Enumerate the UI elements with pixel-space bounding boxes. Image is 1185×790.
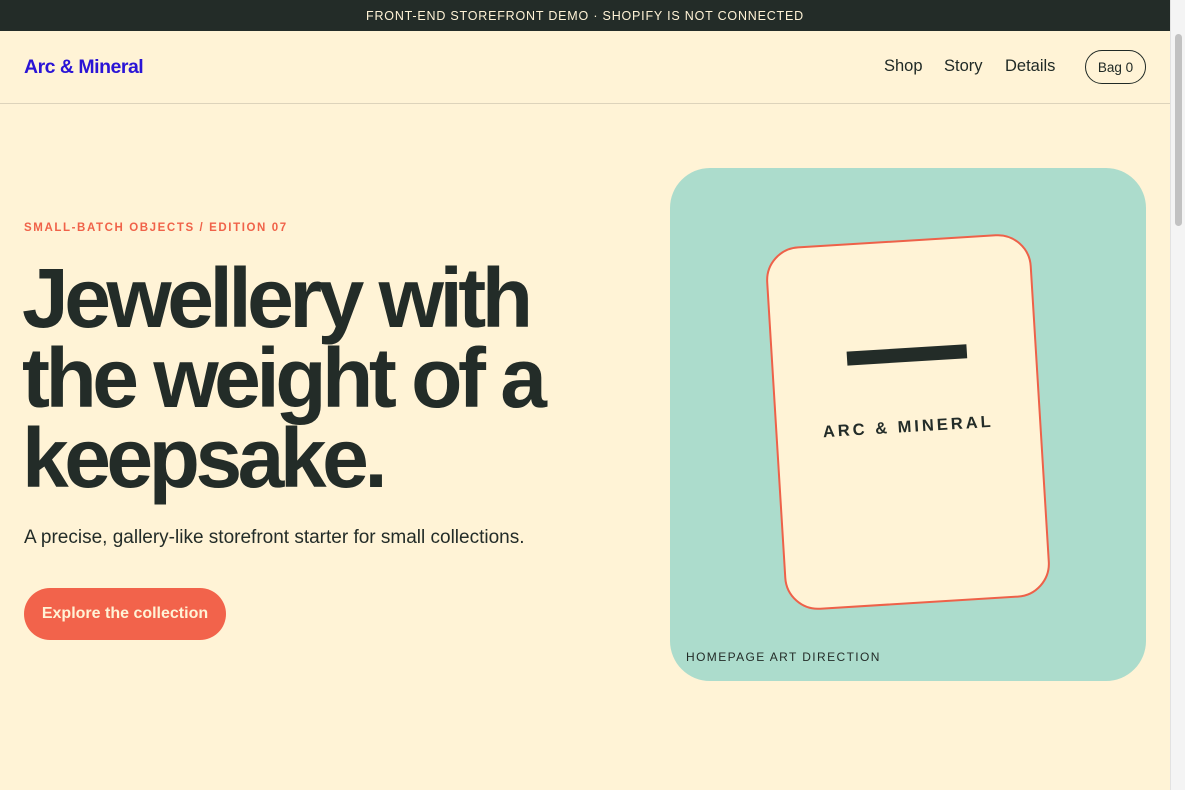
- nav-link-details[interactable]: Details: [1005, 57, 1055, 76]
- headline-line-1: Jewellery with: [22, 251, 533, 345]
- logo-link[interactable]: Arc & Mineral: [24, 56, 144, 79]
- nav-link-shop[interactable]: Shop: [884, 57, 923, 76]
- hero-art-panel: ARC & MINERAL HOMEPAGE ART DIRECTION: [670, 168, 1146, 681]
- card-label: ARC & MINERAL: [822, 412, 995, 442]
- scrollbar-thumb[interactable]: [1175, 34, 1182, 226]
- bag-button[interactable]: Bag 0: [1085, 50, 1146, 84]
- hero-headline: Jewellery with the weight of a keepsake.: [22, 251, 642, 505]
- headline-line-3: keepsake.: [22, 411, 388, 505]
- card-bar-graphic: [846, 344, 968, 366]
- announcement-bar: FRONT-END STOREFRONT DEMO · SHOPIFY IS N…: [0, 0, 1170, 31]
- site-header: Arc & Mineral Shop Story Details Bag 0: [0, 31, 1170, 104]
- hero-subhead: A precise, gallery-like storefront start…: [24, 527, 525, 548]
- page-scrollbar[interactable]: [1170, 0, 1185, 790]
- hero-eyebrow: SMALL-BATCH OBJECTS / EDITION 07: [24, 222, 288, 234]
- brand-card: ARC & MINERAL: [764, 232, 1052, 612]
- nav-link-story[interactable]: Story: [944, 57, 983, 76]
- page: FRONT-END STOREFRONT DEMO · SHOPIFY IS N…: [0, 0, 1170, 790]
- announcement-text: FRONT-END STOREFRONT DEMO · SHOPIFY IS N…: [366, 8, 804, 23]
- headline-line-2: the weight of a: [22, 331, 547, 425]
- explore-collection-button[interactable]: Explore the collection: [24, 588, 226, 640]
- art-caption: HOMEPAGE ART DIRECTION: [686, 650, 881, 664]
